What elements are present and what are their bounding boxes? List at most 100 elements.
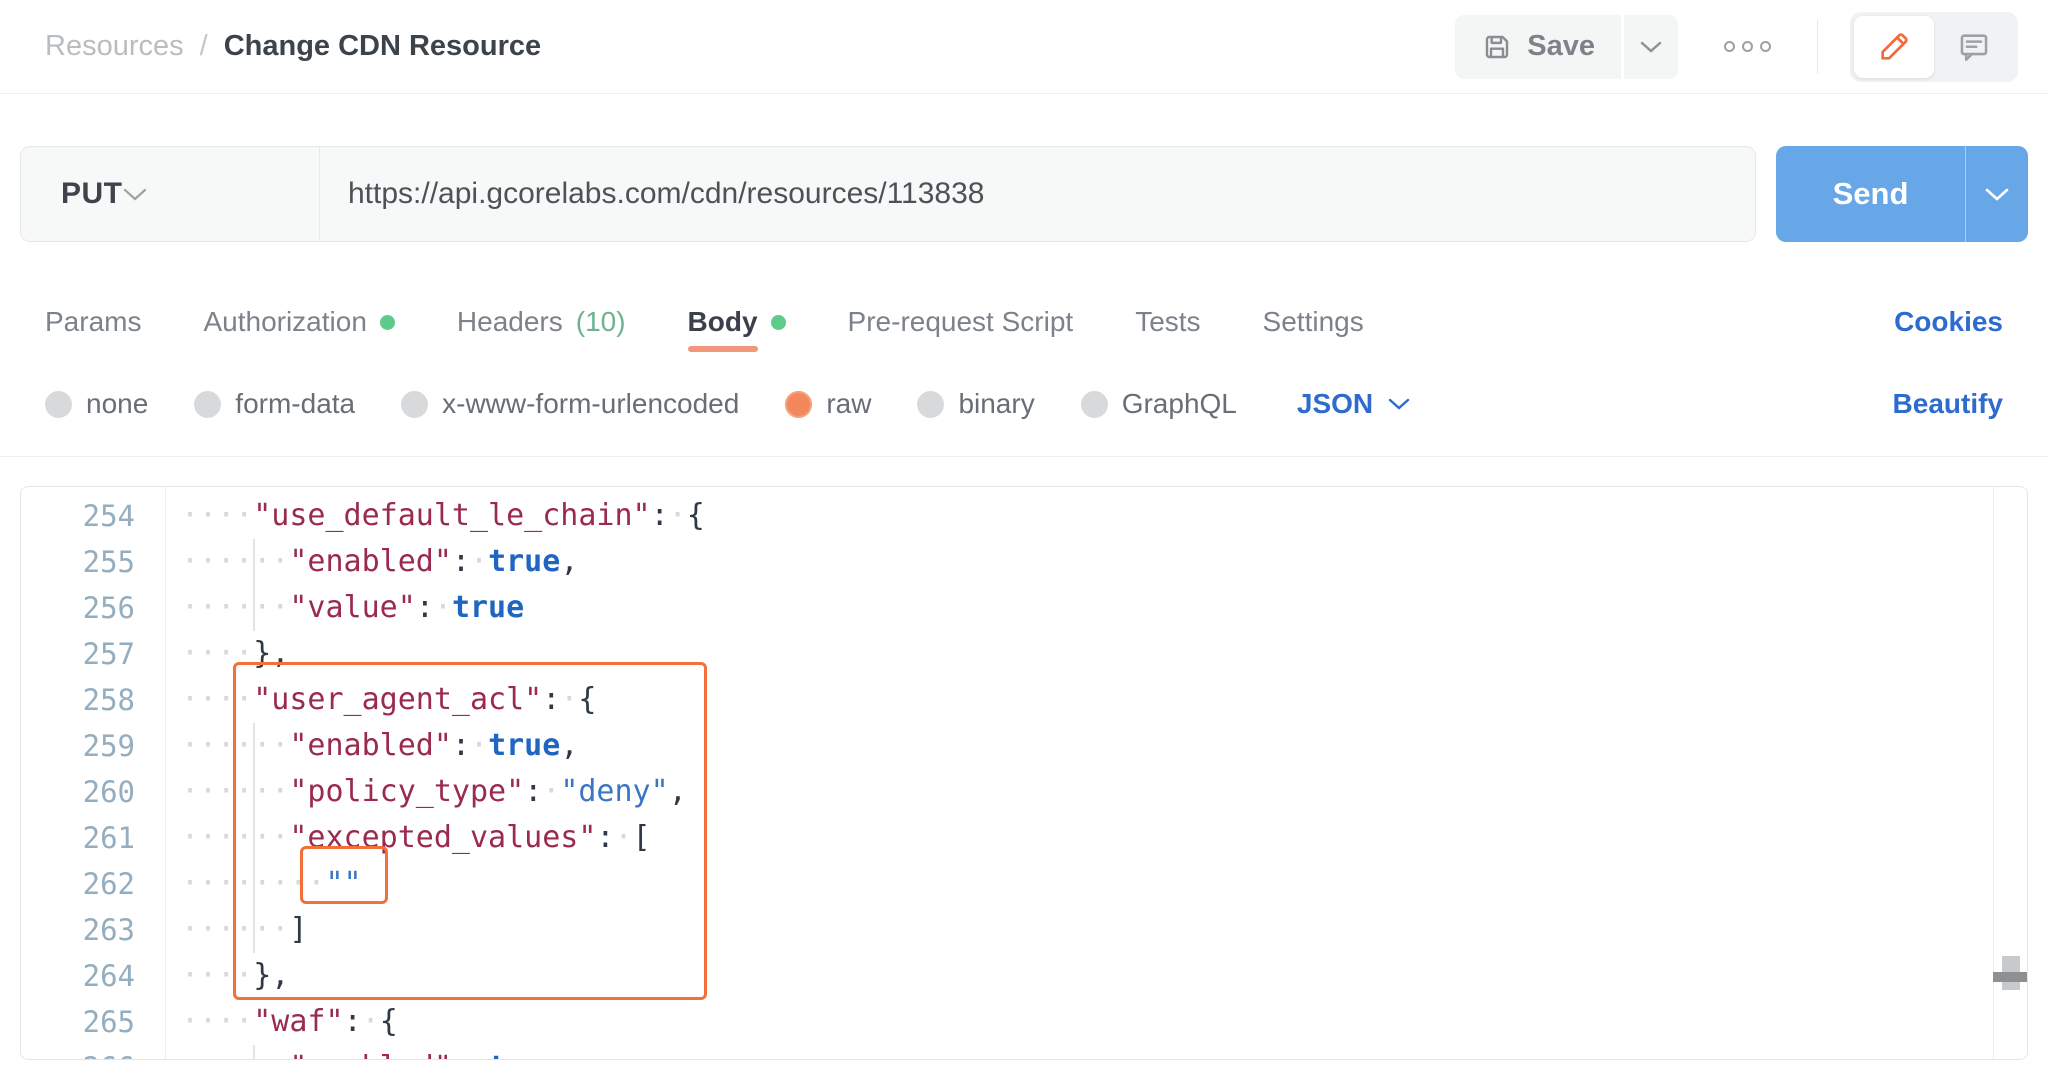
tab-headers[interactable]: Headers (10)	[457, 296, 626, 348]
edit-mode-button[interactable]	[1854, 15, 1934, 78]
save-button-label: Save	[1527, 30, 1595, 62]
status-dot-icon	[379, 314, 395, 330]
annotation-box-user-agent-acl	[233, 662, 707, 1000]
line-number: 257	[82, 637, 135, 671]
request-tabs: Params Authorization Headers (10) Body Pre-re…	[45, 296, 2003, 352]
body-mode-raw[interactable]: raw	[785, 388, 871, 420]
token-punc: {	[686, 498, 705, 533]
request-bar: PUT Send	[20, 146, 2028, 242]
body-mode-binary[interactable]: binary	[917, 388, 1035, 420]
chevron-down-icon	[1388, 398, 1410, 410]
more-options-icon	[1724, 41, 1735, 52]
header: Resources / Change CDN Resource Save	[0, 0, 2048, 94]
tab-tests[interactable]: Tests	[1135, 296, 1200, 348]
send-options-button[interactable]	[1966, 146, 2028, 242]
tab-label: Settings	[1262, 306, 1364, 337]
indent-guide	[253, 539, 255, 631]
mode-label: binary	[958, 388, 1035, 419]
whitespace-dots: ····	[181, 1004, 254, 1039]
status-dot-icon	[770, 314, 786, 330]
tab-params[interactable]: Params	[45, 296, 141, 348]
body-mode-x-www-form-urlencoded[interactable]: x-www-form-urlencoded	[401, 388, 739, 420]
body-mode-graphql[interactable]: GraphQL	[1080, 388, 1237, 420]
whitespace-dots: ·	[668, 498, 687, 533]
token-bool: true	[488, 1050, 560, 1059]
tab-body[interactable]: Body	[687, 296, 786, 352]
line-number: 264	[82, 959, 135, 993]
token-key: "enabled"	[289, 544, 452, 579]
code-line-265[interactable]: ····"waf":·{	[181, 999, 1994, 1045]
more-options-button[interactable]	[1724, 41, 1771, 52]
tab-label: Authorization	[203, 306, 367, 337]
whitespace-dots: ······	[181, 590, 290, 625]
pencil-icon	[1877, 30, 1911, 64]
line-number: 259	[82, 729, 135, 763]
token-punc: {	[379, 1004, 398, 1039]
whitespace-dots: ·	[470, 1050, 488, 1059]
tab-label: Body	[687, 296, 758, 352]
tab-label: Params	[45, 306, 142, 337]
url-input[interactable]	[320, 147, 1755, 241]
radio-icon	[401, 390, 429, 418]
json-language-select[interactable]: JSON	[1297, 388, 1410, 420]
breadcrumb: Resources / Change CDN Resource	[45, 30, 541, 63]
token-key: "enabled"	[289, 1050, 452, 1059]
method-select[interactable]: PUT	[21, 147, 319, 241]
url-field: PUT	[20, 146, 1756, 242]
body-editor[interactable]: 254255256257258259260261262263264265266 …	[20, 486, 2028, 1060]
cookies-link[interactable]: Cookies	[1894, 306, 2003, 338]
line-number: 255	[82, 545, 135, 579]
body-mode-form-data[interactable]: form-data	[194, 388, 355, 420]
breadcrumb-parent[interactable]: Resources	[45, 30, 184, 63]
comments-button[interactable]	[1934, 16, 2014, 78]
code-line-254[interactable]: ····"use_default_le_chain":·{	[181, 493, 1994, 539]
save-options-button[interactable]	[1624, 14, 1678, 79]
body-mode-none[interactable]: none	[45, 388, 148, 420]
mode-label: x-www-form-urlencoded	[442, 388, 740, 419]
scrollbar-handle-icon[interactable]	[1993, 972, 2027, 982]
send-button[interactable]: Send	[1776, 146, 1965, 242]
whitespace-dots: ·	[433, 590, 452, 625]
radio-icon	[785, 390, 813, 418]
token-key: "value"	[289, 590, 416, 625]
tab-count-badge: (10)	[575, 306, 626, 337]
radio-icon	[45, 390, 72, 418]
whitespace-dots: ······	[181, 544, 290, 579]
active-tab-underline	[687, 346, 758, 352]
token-key: "use_default_le_chain"	[253, 498, 651, 533]
mode-label: raw	[826, 388, 872, 419]
chevron-down-icon	[123, 188, 175, 201]
view-toggle-group	[1850, 11, 2018, 82]
line-number-gutter: 254 255 256 257 258 259 260 261 262 263 264 265 266	[21, 487, 166, 1059]
chevron-down-icon	[1985, 188, 2009, 201]
floppy-icon	[1481, 31, 1513, 63]
send-split-button: Send	[1776, 146, 2028, 242]
token-bool: true	[488, 544, 561, 579]
line-number: 262	[82, 867, 135, 901]
header-divider	[1817, 19, 1818, 74]
code-line-255[interactable]: ······"enabled":·true,	[181, 539, 1994, 585]
token-bool: true	[451, 590, 525, 625]
tab-pre-request-script[interactable]: Pre-request Script	[848, 296, 1074, 348]
line-number: 260	[82, 775, 135, 809]
mode-label: none	[86, 388, 149, 419]
whitespace-dots: ·	[361, 1004, 380, 1039]
tab-authorization[interactable]: Authorization	[203, 296, 395, 348]
tab-label: Tests	[1135, 306, 1201, 337]
radio-icon	[1080, 390, 1108, 418]
mode-label: GraphQL	[1121, 388, 1237, 419]
whitespace-dots: ·	[470, 544, 489, 579]
body-mode-row: none form-data x-www-form-urlencoded raw bin…	[45, 372, 2003, 436]
tab-settings[interactable]: Settings	[1263, 296, 1364, 348]
breadcrumb-separator: /	[199, 30, 208, 62]
line-number: 261	[82, 821, 135, 855]
code-line-266[interactable]: ······"enabled":·true	[181, 1045, 1994, 1059]
token-punc: :	[650, 498, 669, 533]
token-punc: :	[452, 1050, 470, 1059]
token-key: "waf"	[253, 1004, 344, 1039]
app-window: Resources / Change CDN Resource Save PUT…	[0, 0, 2048, 1066]
code-line-256[interactable]: ······"value":·true	[181, 585, 1994, 631]
save-button[interactable]: Save	[1455, 14, 1621, 79]
beautify-link[interactable]: Beautify	[1893, 388, 2003, 420]
line-number: 254	[82, 499, 135, 533]
